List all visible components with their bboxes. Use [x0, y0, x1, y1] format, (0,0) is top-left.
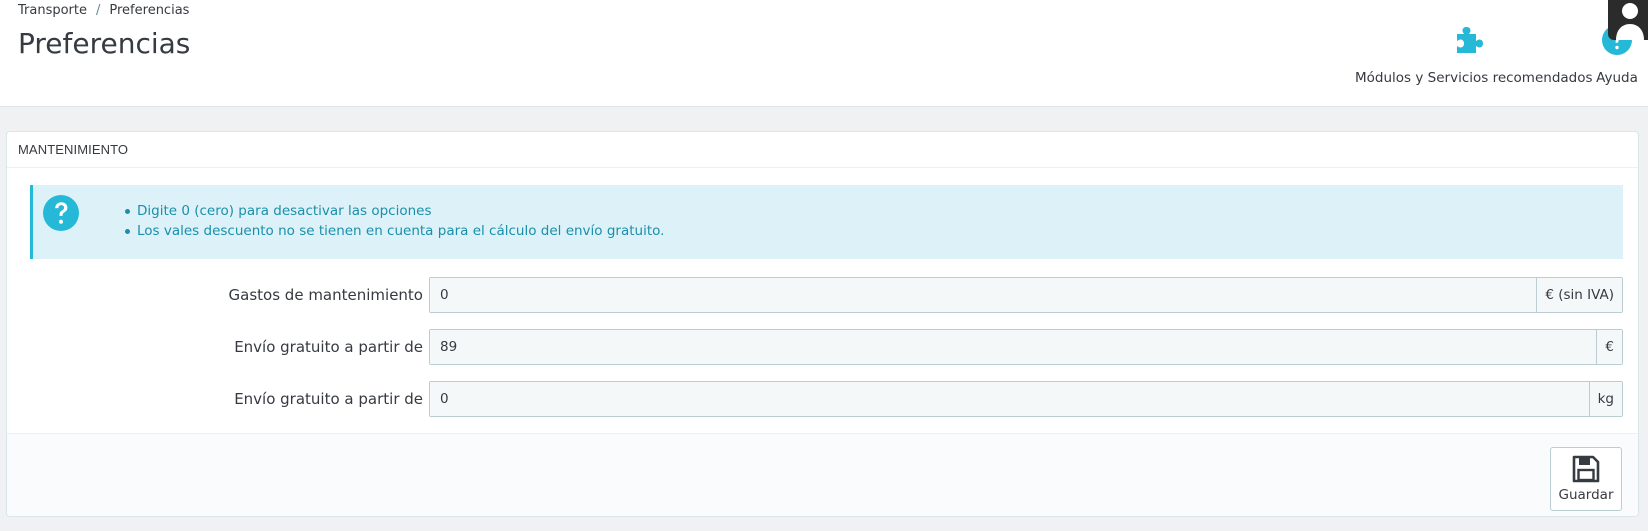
handling-fee-label: Gastos de mantenimiento	[228, 286, 423, 304]
free-shipping-weight-input-group: kg	[429, 381, 1623, 417]
question-circle-icon	[42, 194, 80, 232]
handling-fee-input-group: € (sin IVA)	[429, 277, 1623, 313]
free-shipping-price-input-group: €	[429, 329, 1623, 365]
free-shipping-price-input[interactable]	[430, 330, 1597, 364]
help-label: Ayuda	[1596, 70, 1638, 86]
handling-fee-input[interactable]	[430, 278, 1537, 312]
free-shipping-weight-label: Envío gratuito a partir de	[234, 390, 423, 408]
save-button[interactable]: Guardar	[1550, 447, 1622, 511]
panel-footer: Guardar	[7, 433, 1638, 516]
page-header: Transporte / Preferencias Preferencias Mód…	[0, 0, 1648, 107]
puzzle-icon	[1355, 14, 1583, 56]
breadcrumb-current: Preferencias	[109, 3, 190, 18]
save-label: Guardar	[1558, 487, 1614, 503]
free-shipping-price-row: Envío gratuito a partir de €	[7, 329, 1640, 365]
user-avatar-icon[interactable]	[1608, 0, 1648, 40]
free-shipping-weight-input[interactable]	[430, 382, 1589, 416]
save-icon	[1551, 448, 1621, 484]
alert-item: Digite 0 (cero) para desactivar las opci…	[125, 201, 664, 221]
free-shipping-price-label: Envío gratuito a partir de	[234, 338, 423, 356]
breadcrumb-separator: /	[96, 3, 101, 18]
breadcrumb-link-transporte[interactable]: Transporte	[18, 3, 87, 18]
free-shipping-price-suffix: €	[1596, 330, 1622, 364]
recommended-modules-label: Módulos y Servicios recomendados	[1355, 70, 1593, 86]
panel-heading: Mantenimiento	[7, 132, 1638, 168]
breadcrumb: Transporte / Preferencias	[18, 3, 189, 18]
alert-list: Digite 0 (cero) para desactivar las opci…	[125, 201, 664, 241]
alert-item: Los vales descuento no se tienen en cuen…	[125, 221, 664, 241]
handling-fee-row: Gastos de mantenimiento € (sin IVA)	[7, 277, 1640, 313]
recommended-modules-button[interactable]: Módulos y Servicios recomendados	[1355, 14, 1593, 86]
maintenance-panel: Mantenimiento Digite 0 (cero) para desac…	[6, 131, 1639, 517]
info-alert: Digite 0 (cero) para desactivar las opci…	[30, 185, 1623, 259]
handling-fee-suffix: € (sin IVA)	[1536, 278, 1622, 312]
page-title: Preferencias	[18, 27, 191, 60]
free-shipping-weight-suffix: kg	[1588, 382, 1622, 416]
free-shipping-weight-row: Envío gratuito a partir de kg	[7, 381, 1640, 417]
